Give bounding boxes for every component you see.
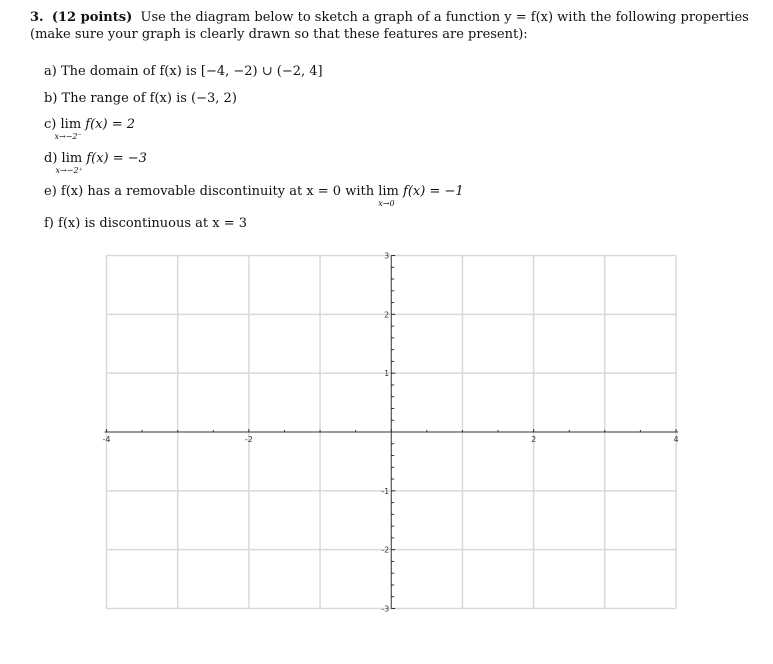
y-tick-label: -2 [381,546,389,555]
x-tick-label: -4 [103,435,111,444]
y-tick-label: 2 [384,310,389,319]
y-tick-label: -1 [381,487,389,496]
x-tick-label: 2 [531,435,536,444]
y-tick-label: 3 [384,252,389,261]
x-tick-label: -2 [245,435,253,444]
axes [104,255,678,609]
y-tick-label: 1 [384,369,389,378]
y-tick-label: -3 [381,605,389,614]
x-tick-label: 4 [673,435,678,444]
graph-grid[interactable]: -4 -2 2 4 3 2 1 -1 -2 -3 [0,0,773,664]
